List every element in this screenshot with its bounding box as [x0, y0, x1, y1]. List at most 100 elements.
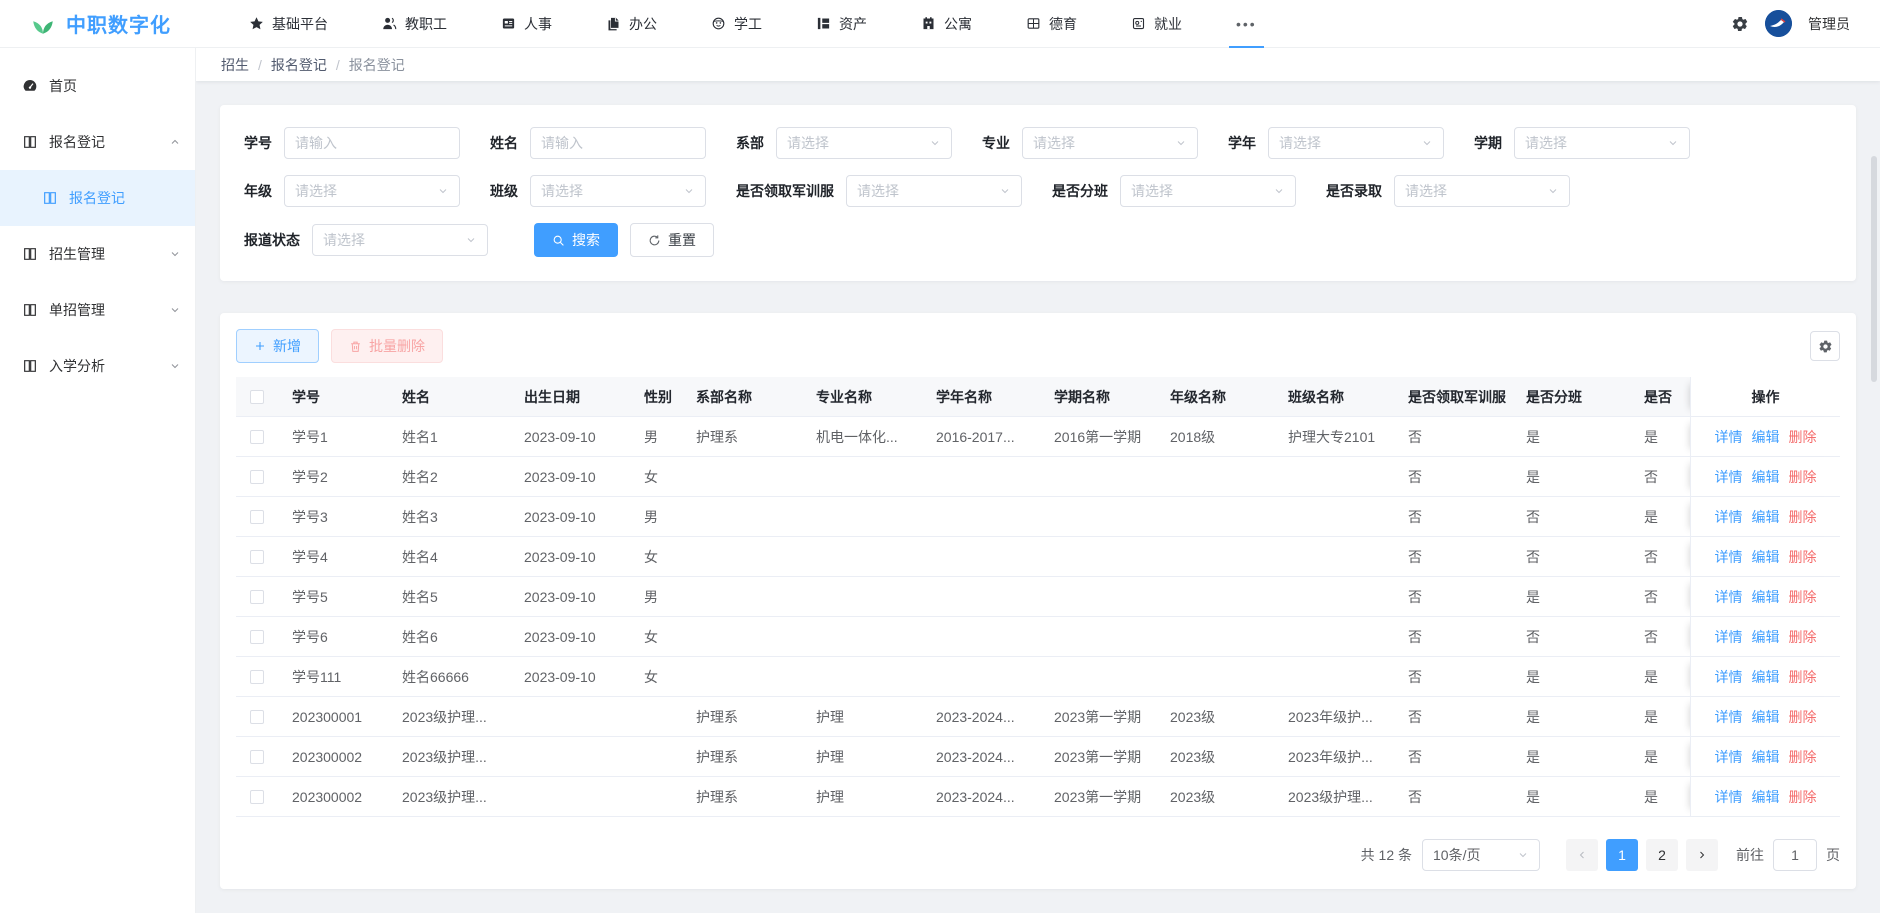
sidebar-subitem-registration[interactable]: 报名登记	[0, 170, 195, 226]
gear-icon[interactable]	[1731, 15, 1749, 33]
edit-link[interactable]: 编辑	[1752, 507, 1780, 527]
filter-control[interactable]: 请输入	[284, 127, 460, 159]
nav-item-moral[interactable]: 德育	[999, 0, 1104, 47]
add-button[interactable]: 新增	[236, 329, 319, 363]
row-checkbox[interactable]	[250, 430, 264, 444]
cell-name: 姓名2	[394, 467, 516, 487]
idcard-icon	[501, 16, 516, 31]
cell-assigned: 否	[1518, 547, 1636, 567]
goto-page-input[interactable]: 1	[1773, 839, 1817, 871]
table-row: 学号1 姓名1 2023-09-10 男 护理系 机电一体化... 2016-2…	[236, 417, 1840, 457]
nav-item-hr[interactable]: 人事	[474, 0, 579, 47]
nav-item-platform[interactable]: 基础平台	[222, 0, 355, 47]
delete-link[interactable]: 删除	[1789, 747, 1817, 767]
detail-link[interactable]: 详情	[1715, 707, 1743, 727]
row-checkbox[interactable]	[250, 630, 264, 644]
search-button[interactable]: 搜索	[534, 223, 618, 257]
filter-control[interactable]: 请选择	[1120, 175, 1296, 207]
filter-control[interactable]: 请选择	[1022, 127, 1198, 159]
cell-assigned: 是	[1518, 427, 1636, 447]
edit-link[interactable]: 编辑	[1752, 747, 1780, 767]
app-logo: 中职数字化	[0, 0, 222, 47]
delete-link[interactable]: 删除	[1789, 467, 1817, 487]
filter-field: 报道状态 请选择	[244, 224, 488, 256]
filter-control[interactable]: 请选择	[1394, 175, 1570, 207]
row-checkbox[interactable]	[250, 550, 264, 564]
detail-link[interactable]: 详情	[1715, 587, 1743, 607]
breadcrumb-item[interactable]: 报名登记	[271, 55, 327, 75]
column-settings-button[interactable]	[1810, 331, 1840, 361]
row-checkbox[interactable]	[250, 510, 264, 524]
edit-link[interactable]: 编辑	[1752, 707, 1780, 727]
page-number-button[interactable]: 2	[1646, 839, 1678, 871]
delete-link[interactable]: 删除	[1789, 587, 1817, 607]
edit-link[interactable]: 编辑	[1752, 667, 1780, 687]
edit-link[interactable]: 编辑	[1752, 427, 1780, 447]
filter-control[interactable]: 请选择	[1514, 127, 1690, 159]
row-checkbox[interactable]	[250, 470, 264, 484]
edit-link[interactable]: 编辑	[1752, 787, 1780, 807]
cell-grade: 2018级	[1162, 427, 1280, 447]
sidebar-item-home[interactable]: 首页	[0, 58, 195, 114]
delete-link[interactable]: 删除	[1789, 707, 1817, 727]
cell-school-year: 2023-2024...	[928, 709, 1046, 725]
detail-link[interactable]: 详情	[1715, 667, 1743, 687]
row-checkbox[interactable]	[250, 790, 264, 804]
sidebar-item-single-recruit[interactable]: 单招管理	[0, 282, 195, 338]
reset-button[interactable]: 重置	[630, 223, 714, 257]
detail-link[interactable]: 详情	[1715, 427, 1743, 447]
cell-gender: 男	[636, 427, 688, 447]
filter-control[interactable]: 请选择	[284, 175, 460, 207]
detail-link[interactable]: 详情	[1715, 627, 1743, 647]
row-checkbox[interactable]	[250, 710, 264, 724]
filter-control[interactable]: 请选择	[312, 224, 488, 256]
prev-page-button[interactable]	[1566, 839, 1598, 871]
next-page-button[interactable]	[1686, 839, 1718, 871]
edit-link[interactable]: 编辑	[1752, 547, 1780, 567]
scroll-area: 学号 请输入 姓名 请输入	[196, 81, 1880, 913]
breadcrumb-item[interactable]: 招生	[221, 55, 249, 75]
nav-item-apartment[interactable]: 公寓	[894, 0, 999, 47]
nav-item-student[interactable]: 学工	[684, 0, 789, 47]
filter-control[interactable]: 请输入	[530, 127, 706, 159]
filter-control[interactable]: 请选择	[846, 175, 1022, 207]
nav-item-employment[interactable]: 就业	[1104, 0, 1209, 47]
detail-link[interactable]: 详情	[1715, 507, 1743, 527]
detail-link[interactable]: 详情	[1715, 547, 1743, 567]
app-title: 中职数字化	[66, 9, 171, 38]
row-checkbox[interactable]	[250, 750, 264, 764]
delete-link[interactable]: 删除	[1789, 507, 1817, 527]
select-all-checkbox[interactable]	[250, 390, 264, 404]
detail-link[interactable]: 详情	[1715, 467, 1743, 487]
filter-control[interactable]: 请选择	[530, 175, 706, 207]
filter-control[interactable]: 请选择	[1268, 127, 1444, 159]
delete-link[interactable]: 删除	[1789, 667, 1817, 687]
page-size-select[interactable]: 10条/页	[1422, 839, 1540, 871]
avatar[interactable]	[1765, 10, 1792, 37]
page-scrollbar-thumb[interactable]	[1871, 156, 1877, 382]
batch-delete-button[interactable]: 批量删除	[331, 329, 443, 363]
nav-item-staff[interactable]: 教职工	[355, 0, 474, 47]
row-checkbox[interactable]	[250, 670, 264, 684]
delete-link[interactable]: 删除	[1789, 547, 1817, 567]
detail-link[interactable]: 详情	[1715, 747, 1743, 767]
delete-link[interactable]: 删除	[1789, 427, 1817, 447]
filter-label: 学号	[244, 133, 272, 153]
sidebar-item-admissions[interactable]: 招生管理	[0, 226, 195, 282]
nav-item-more[interactable]: •••	[1209, 0, 1284, 47]
cell-student-no: 学号6	[284, 627, 394, 647]
sidebar-item-registration[interactable]: 报名登记	[0, 114, 195, 170]
edit-link[interactable]: 编辑	[1752, 587, 1780, 607]
delete-link[interactable]: 删除	[1789, 787, 1817, 807]
row-checkbox[interactable]	[250, 590, 264, 604]
edit-link[interactable]: 编辑	[1752, 467, 1780, 487]
detail-link[interactable]: 详情	[1715, 787, 1743, 807]
book-icon	[22, 302, 38, 318]
delete-link[interactable]: 删除	[1789, 627, 1817, 647]
filter-control[interactable]: 请选择	[776, 127, 952, 159]
sidebar-item-enrollment-analysis[interactable]: 入学分析	[0, 338, 195, 394]
nav-item-assets[interactable]: 资产	[789, 0, 894, 47]
nav-item-office[interactable]: 办公	[579, 0, 684, 47]
edit-link[interactable]: 编辑	[1752, 627, 1780, 647]
page-number-button[interactable]: 1	[1606, 839, 1638, 871]
